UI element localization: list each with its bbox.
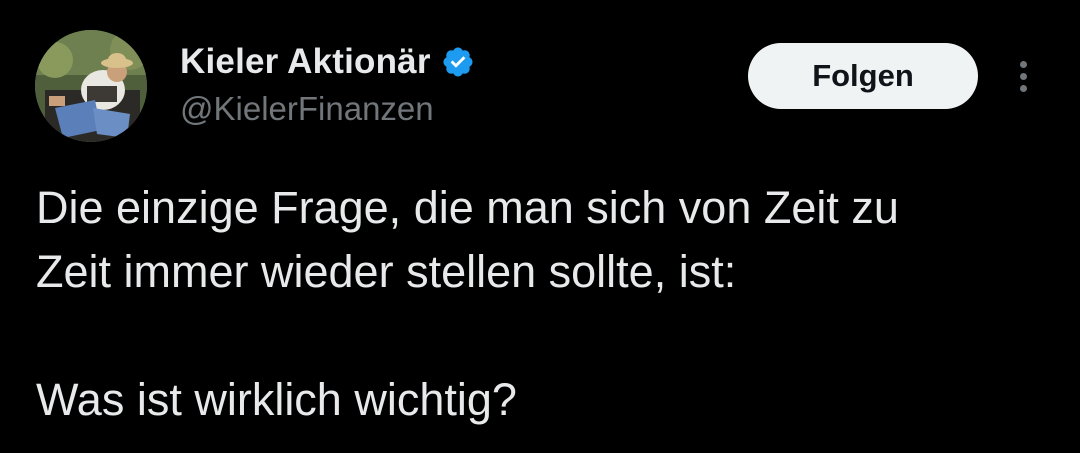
avatar-photo — [35, 30, 147, 142]
follow-button[interactable]: Folgen — [748, 43, 978, 109]
more-dot — [1019, 84, 1027, 92]
author-name-row: Kieler Aktionär — [180, 40, 475, 84]
verified-badge-icon[interactable] — [441, 45, 475, 79]
tweet-text-line: Was ist wirklich wichtig? — [36, 374, 517, 425]
tweet-text-line: Die einzige Frage, die man sich von Zeit… — [36, 182, 899, 233]
author-handle[interactable]: @KielerFinanzen — [180, 90, 434, 128]
tweet-text: Die einzige Frage, die man sich von Zeit… — [36, 176, 1046, 432]
more-options-icon[interactable] — [1008, 54, 1038, 98]
avatar[interactable] — [35, 30, 147, 142]
author-display-name[interactable]: Kieler Aktionär — [180, 42, 431, 82]
more-dot — [1019, 60, 1027, 68]
tweet-text-line: Zeit immer wieder stellen sollte, ist: — [36, 246, 737, 297]
tweet: Kieler Aktionär @KielerFinanzen Folgen D… — [0, 0, 1080, 453]
more-dot — [1019, 72, 1027, 80]
